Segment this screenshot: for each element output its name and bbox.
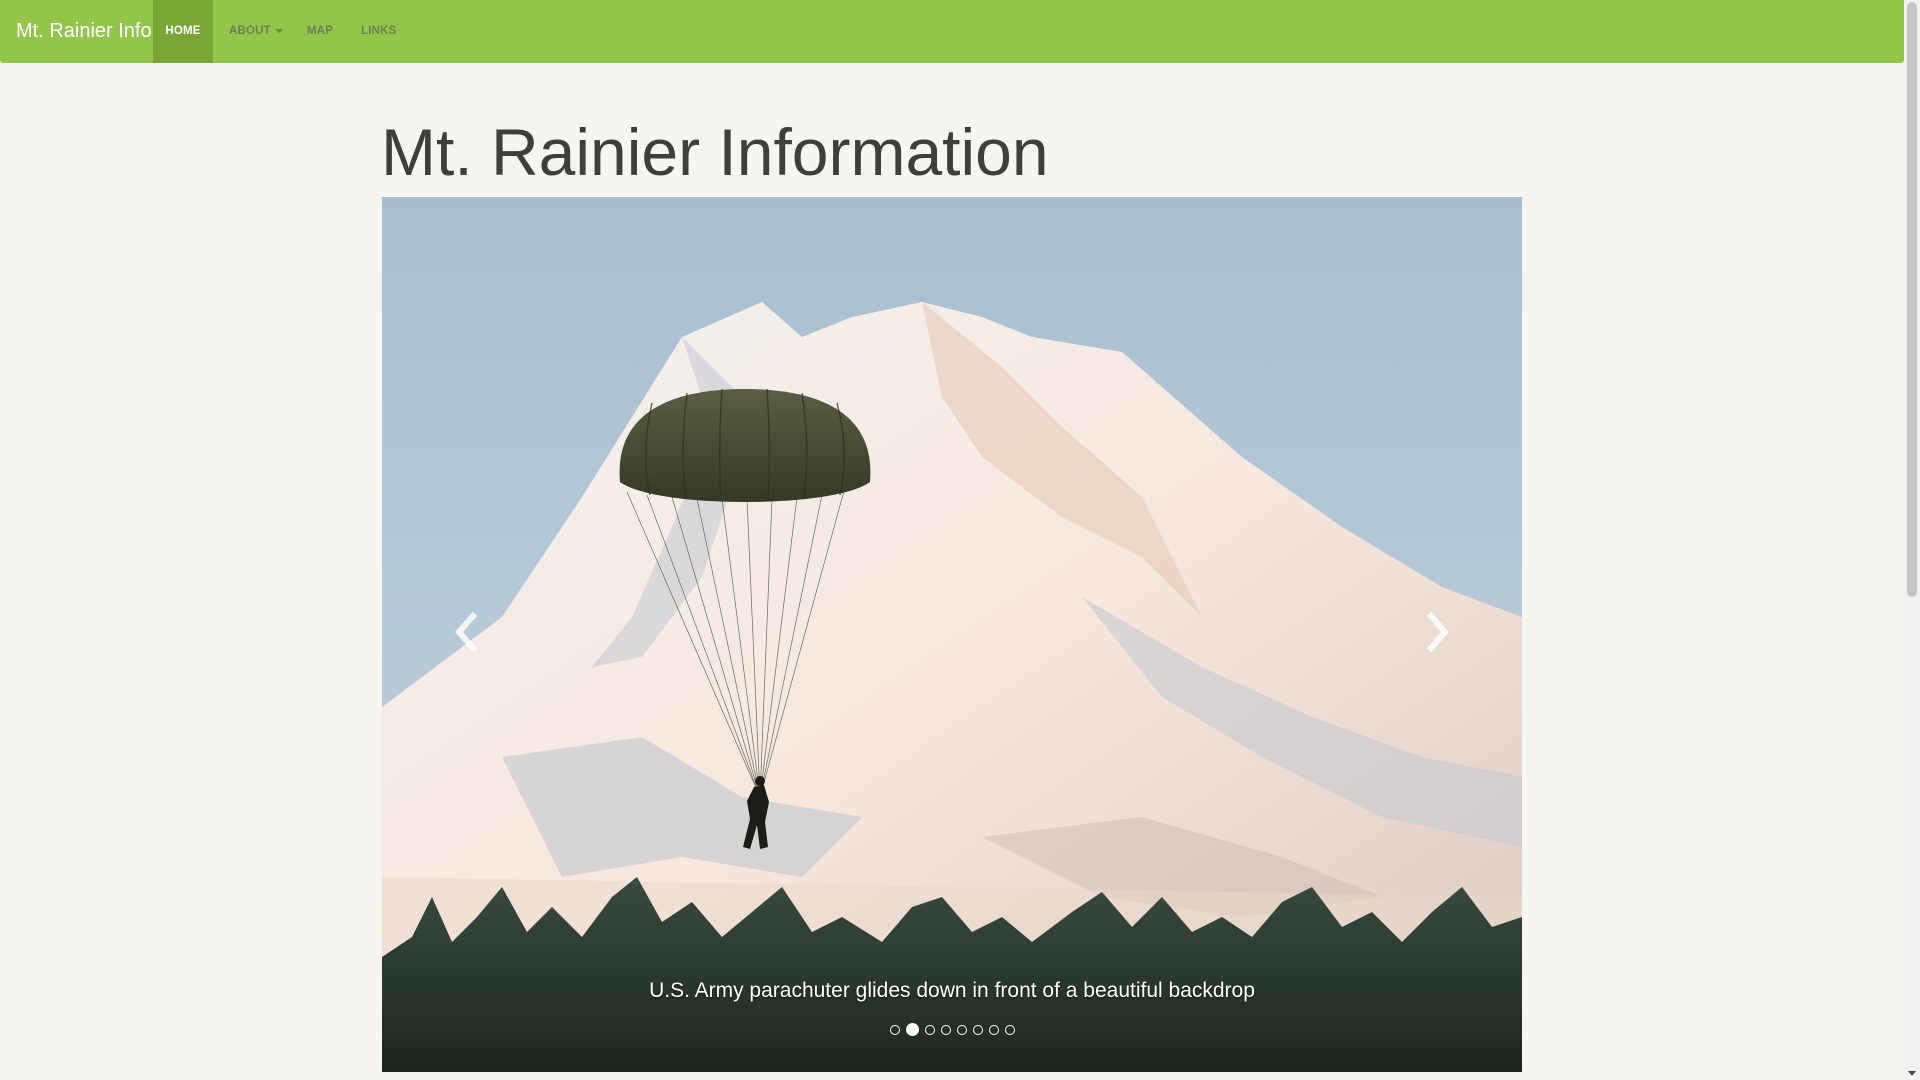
carousel-indicator-7[interactable]	[988, 1024, 999, 1035]
image-carousel: U.S. Army parachuter glides down in fron…	[382, 197, 1522, 1072]
navbar: Mt. Rainier Info HOME ABOUT MAP LINKS	[0, 0, 1904, 63]
scrollbar[interactable]	[1904, 0, 1920, 1080]
scroll-down-arrow-icon[interactable]	[1908, 1071, 1916, 1076]
chevron-left-icon	[455, 611, 478, 653]
nav-map[interactable]: MAP	[307, 0, 333, 63]
carousel-indicator-4[interactable]	[940, 1024, 951, 1035]
page-title: Mt. Rainier Information	[381, 115, 1049, 189]
nav-links[interactable]: LINKS	[361, 0, 397, 63]
nav-about-label: ABOUT	[229, 25, 271, 37]
caret-down-icon	[274, 28, 283, 33]
brand-link[interactable]: Mt. Rainier Info	[16, 19, 152, 43]
carousel-indicator-6[interactable]	[972, 1024, 983, 1035]
carousel-caption: U.S. Army parachuter glides down in fron…	[649, 979, 1255, 1002]
carousel-slide-image	[382, 197, 1522, 1072]
nav-about[interactable]: ABOUT	[213, 0, 299, 63]
carousel-next-button[interactable]	[1407, 602, 1467, 662]
scrollbar-thumb[interactable]	[1907, 2, 1917, 597]
chevron-right-icon	[1426, 611, 1449, 653]
carousel-prev-button[interactable]	[437, 602, 497, 662]
carousel-indicator-5[interactable]	[956, 1024, 967, 1035]
carousel-indicator-3[interactable]	[924, 1024, 935, 1035]
carousel-indicators	[382, 1023, 1522, 1036]
carousel-indicator-2[interactable]	[905, 1023, 919, 1036]
carousel-indicator-8[interactable]	[1004, 1024, 1015, 1035]
nav-home[interactable]: HOME	[153, 0, 213, 63]
carousel-indicator-1[interactable]	[889, 1024, 900, 1035]
